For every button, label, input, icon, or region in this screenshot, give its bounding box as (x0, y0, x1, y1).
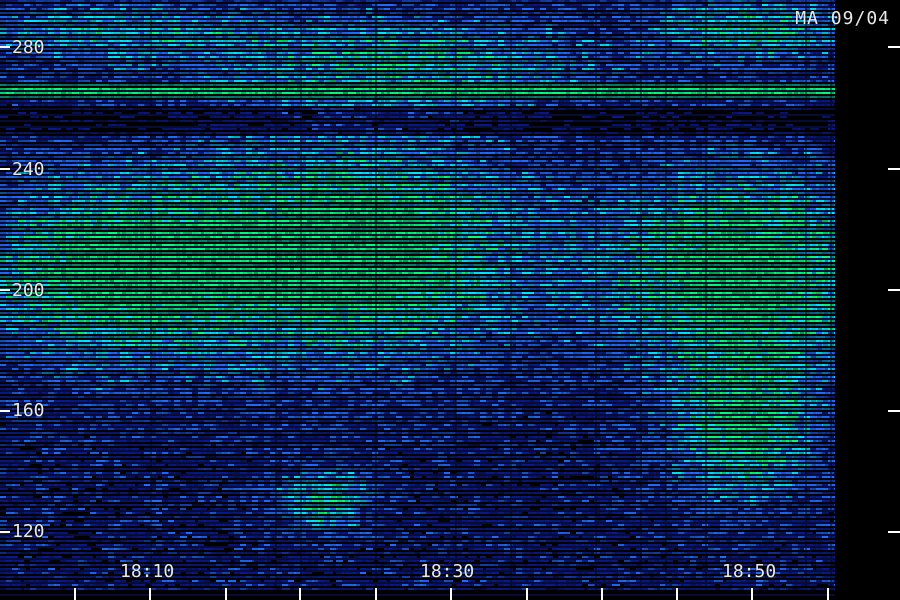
y-tick-label-280: 280 (12, 37, 45, 58)
y-tick-label-120: 120 (12, 521, 45, 542)
y-tick-label-200: 200 (12, 280, 45, 301)
y-tick-label-160: 160 (12, 400, 45, 421)
y-tick-label-240: 240 (12, 159, 45, 180)
station-date-label: MA 09/04 (795, 8, 890, 29)
right-margin (835, 0, 900, 600)
x-tick-label-1830: 18:30 (420, 561, 475, 582)
x-tick-label-1810: 18:10 (120, 561, 175, 582)
spectrogram-image (0, 0, 900, 600)
x-tick-label-1850: 18:50 (722, 561, 777, 582)
